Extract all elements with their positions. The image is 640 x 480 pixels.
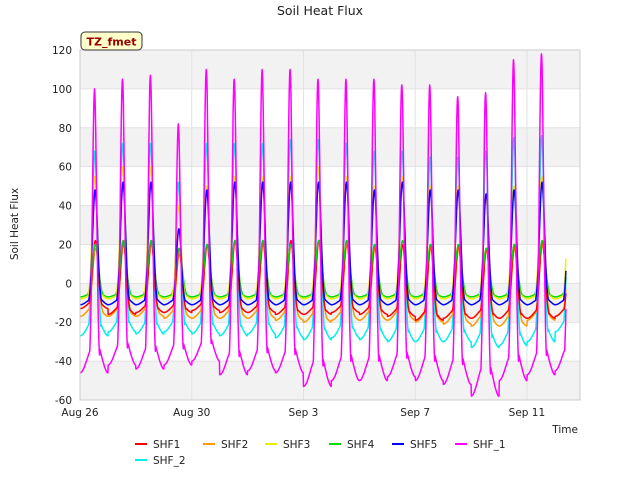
y-tick-label: 100: [52, 84, 72, 96]
legend-label: SHF_2: [153, 455, 186, 467]
background-band: [80, 205, 580, 245]
y-tick-label: -60: [55, 395, 72, 407]
background-band: [80, 127, 580, 167]
legend-label: SHF_1: [473, 439, 506, 451]
legend-item-shf-1: SHF_1: [455, 439, 506, 451]
legend-item-shf3: SHF3: [265, 439, 310, 451]
x-tick-label: Sep 11: [509, 407, 546, 419]
x-tick-label: Sep 7: [400, 407, 430, 419]
background-band: [80, 50, 580, 89]
y-tick-label: -20: [55, 317, 72, 329]
y-tick-label: 20: [59, 239, 72, 251]
legend-item-shf5: SHF5: [392, 439, 437, 451]
y-tick-label: 0: [65, 278, 72, 290]
legend-item-shf4: SHF4: [329, 439, 375, 451]
y-tick-label: 60: [59, 162, 72, 174]
site-label: TZ_fmet: [87, 36, 137, 49]
site-label-box: TZ_fmet: [80, 31, 143, 51]
y-tick-label: -40: [55, 356, 72, 368]
legend-label: SHF3: [283, 439, 310, 451]
x-axis-label: Time: [551, 424, 578, 436]
legend-label: SHF2: [221, 439, 248, 451]
legend: SHF1 SHF2 SHF3 SHF4 SHF5 SHF_1 SHF_2: [135, 439, 506, 467]
legend-item-shf-2: SHF_2: [135, 455, 186, 467]
x-tick-label: Aug 30: [173, 407, 210, 419]
y-tick-label: 80: [59, 123, 72, 135]
y-tick-label: 120: [52, 45, 72, 57]
y-axis-label: Soil Heat Flux: [9, 188, 21, 260]
legend-item-shf2: SHF2: [203, 439, 248, 451]
x-tick-label: Aug 26: [61, 407, 99, 419]
legend-label: SHF4: [347, 439, 375, 451]
legend-label: SHF5: [410, 439, 437, 451]
y-tick-label: 40: [59, 201, 72, 213]
legend-label: SHF1: [153, 439, 180, 451]
x-axis-ticks: Aug 26 Aug 30 Sep 3 Sep 7 Sep 11: [61, 407, 545, 419]
y-axis-ticks: -60 -40 -20 0 20 40 60 80 100 120: [52, 45, 72, 407]
x-tick-label: Sep 3: [289, 407, 319, 419]
legend-item-shf1: SHF1: [135, 439, 180, 451]
chart-title: Soil Heat Flux: [277, 3, 363, 18]
soil-heat-flux-chart: -60 -40 -20 0 20 40 60 80 100 120 Aug 26 Aug 30 Sep…: [9, 3, 581, 467]
